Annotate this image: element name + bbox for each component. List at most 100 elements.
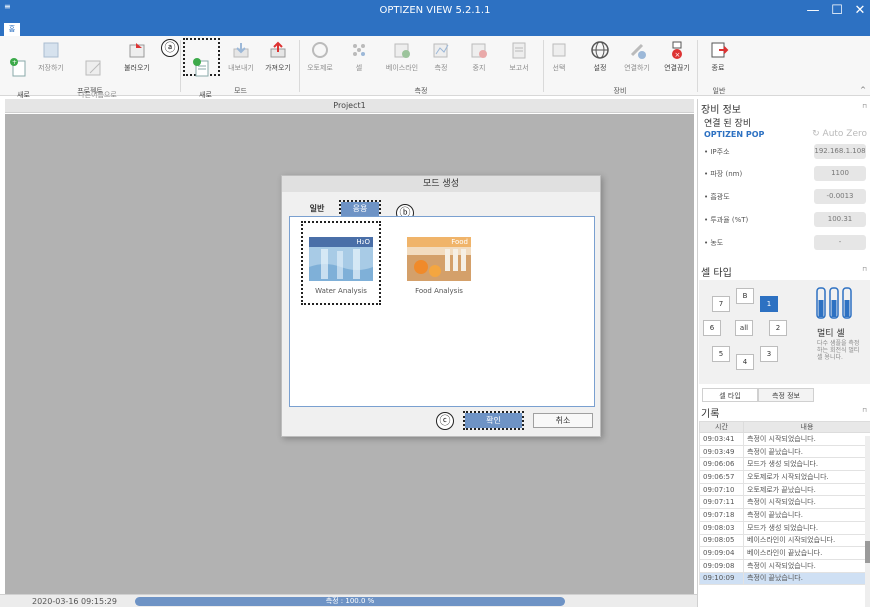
stop-button[interactable]: 중지 [464, 39, 494, 73]
right-panel: 장비 정보 ⊓ 연결 된 장비 OPTIZEN POP ↻ Auto Zero … [697, 99, 870, 607]
close-button[interactable]: ✕ [850, 2, 870, 20]
baseline-icon [394, 43, 410, 58]
log-time: 09:10:09 [699, 571, 744, 586]
log-message: 측정이 시작되었습니다. [743, 495, 870, 510]
import-icon [270, 41, 286, 58]
tab-measure-info[interactable]: 측정 정보 [758, 388, 814, 402]
log-scrollbar-thumb[interactable] [865, 541, 870, 563]
food-analysis-tile[interactable]: Food Food Analysis [405, 237, 473, 295]
measure-button[interactable]: 측정 [426, 39, 456, 73]
ribbon-collapse-icon[interactable]: ^ [860, 86, 866, 94]
pin-icon[interactable]: ⊓ [862, 103, 867, 110]
ip-label: • IP주소 [704, 148, 730, 156]
new-document-icon: + [10, 58, 26, 77]
tab-general[interactable]: 일반 [304, 202, 330, 216]
cell-button-1[interactable]: 1 [760, 296, 778, 312]
log-column-time: 시간 [699, 421, 744, 433]
food-thumbnail: Food [407, 237, 471, 281]
log-row[interactable]: 09:06:57 오토제로가 시작되었습니다. [699, 470, 870, 484]
cell-button-4[interactable]: 4 [736, 354, 754, 370]
minimize-button[interactable]: — [803, 2, 823, 20]
report-button[interactable]: 보고서 [502, 39, 536, 73]
open-button[interactable]: 불러오기 [120, 39, 154, 73]
connect-button[interactable]: 연결하기 [620, 39, 654, 73]
marker-a: ⓐ [161, 39, 179, 57]
water-analysis-tile[interactable]: H₂O Water Analysis [307, 237, 375, 295]
log-time: 09:07:10 [699, 482, 744, 497]
log-time: 09:09:04 [699, 546, 744, 560]
cell-button-b[interactable]: B [736, 288, 754, 304]
log-row[interactable]: 09:08:05 베이스라인이 시작되었습니다. [699, 533, 870, 548]
refresh-icon: ↻ [812, 129, 823, 139]
group-measure-label: 측정 [414, 87, 428, 95]
measure-progress-bar: 측정 : 100.0 % [135, 597, 565, 606]
log-column-content: 내용 [743, 421, 870, 433]
log-time: 09:09:08 [699, 558, 744, 573]
log-message: 측정이 시작되었습니다. [743, 432, 870, 446]
ok-button[interactable]: 확인 [465, 413, 522, 428]
dialog-title: 모드 생성 [282, 176, 600, 192]
cell-button-6[interactable]: 6 [703, 320, 721, 336]
disconnect-button[interactable]: × 연결끊기 [660, 39, 694, 73]
status-datetime: 2020-03-16 09:15:29 [32, 597, 117, 606]
cell-button-3[interactable]: 3 [760, 346, 778, 362]
select-button[interactable]: 선택 [546, 39, 572, 73]
cell-type-title: 셀 타입 [701, 268, 732, 279]
device-settings-button[interactable]: 설정 [585, 39, 615, 73]
tab-home[interactable]: 홈 [4, 23, 20, 36]
exit-button[interactable]: 종료 [705, 39, 731, 73]
cancel-button[interactable]: 취소 [533, 413, 593, 428]
log-row[interactable]: 09:08:03 모드가 생성 되었습니다. [699, 520, 870, 535]
log-row[interactable]: 09:09:08 측정이 시작되었습니다. [699, 558, 870, 573]
ribbon-separator [299, 40, 300, 92]
log-time: 09:07:18 [699, 508, 744, 522]
log-row[interactable]: 09:07:11 측정이 시작되었습니다. [699, 495, 870, 510]
cell-button-2[interactable]: 2 [769, 320, 787, 336]
cell-button[interactable]: 셀 [344, 39, 374, 73]
auto-zero-button[interactable]: 오토제로 [303, 39, 337, 73]
log-row[interactable]: 09:07:18 측정이 끝났습니다. [699, 508, 870, 522]
log-time: 09:06:57 [699, 470, 744, 484]
log-row[interactable]: 09:03:41 측정이 시작되었습니다. [699, 432, 870, 446]
save-button[interactable]: 저장하기 [34, 39, 68, 73]
log-row[interactable]: 09:03:49 측정이 끝났습니다. [699, 444, 870, 459]
log-row[interactable]: 09:10:09 측정이 끝났습니다. [699, 571, 870, 586]
pin-icon[interactable]: ⊓ [862, 407, 867, 414]
import-button[interactable]: 가져오기 [260, 39, 296, 73]
multi-cell-tubes-icon [816, 287, 852, 319]
save-as-icon [85, 60, 101, 76]
ribbon-tab-row: 홈 [0, 22, 870, 36]
tab-applied[interactable]: 응용 [341, 202, 379, 216]
log-time: 09:08:05 [699, 533, 744, 548]
log-row[interactable]: 09:06:06 모드가 생성 되었습니다. [699, 457, 870, 472]
baseline-button[interactable]: 베이스라인 [382, 39, 422, 73]
log-row[interactable]: 09:07:10 오토제로가 끝났습니다. [699, 482, 870, 497]
transmittance-value: 100.31 [814, 212, 866, 227]
pin-icon[interactable]: ⊓ [862, 266, 867, 273]
group-mode-label: 모드 [234, 87, 247, 95]
group-general-label: 일반 [712, 87, 726, 95]
log-message: 측정이 끝났습니다. [743, 571, 870, 586]
measure-icon [433, 43, 449, 58]
log-time: 09:07:11 [699, 495, 744, 510]
transmittance-label: • 투과율 (%T) [704, 216, 749, 224]
ribbon-separator [697, 40, 698, 92]
group-device-label: 장비 [613, 87, 627, 95]
cell-button-5[interactable]: 5 [712, 346, 730, 362]
log-row[interactable]: 09:09:04 베이스라인이 끝났습니다. [699, 546, 870, 560]
svg-text:+: + [12, 59, 17, 66]
log-scrollbar[interactable] [865, 436, 870, 607]
maximize-button[interactable]: ☐ [827, 2, 847, 20]
document-tab[interactable]: Project1 [5, 99, 694, 113]
export-button[interactable]: 내보내기 [224, 39, 258, 73]
title-bar: ≡ OPTIZEN VIEW 5.2.1.1 — ☐ ✕ [0, 0, 870, 22]
auto-zero-link[interactable]: ↻ Auto Zero [812, 129, 867, 139]
food-banner: Food [407, 237, 471, 247]
ribbon-separator [543, 40, 544, 92]
tab-cell-type[interactable]: 셀 타입 [702, 388, 758, 402]
exit-icon [711, 42, 729, 58]
select-device-icon [552, 43, 566, 57]
cell-button-7[interactable]: 7 [712, 296, 730, 312]
wavelength-label: • 파장 (nm) [704, 170, 743, 178]
cell-button-all[interactable]: all [735, 320, 753, 336]
